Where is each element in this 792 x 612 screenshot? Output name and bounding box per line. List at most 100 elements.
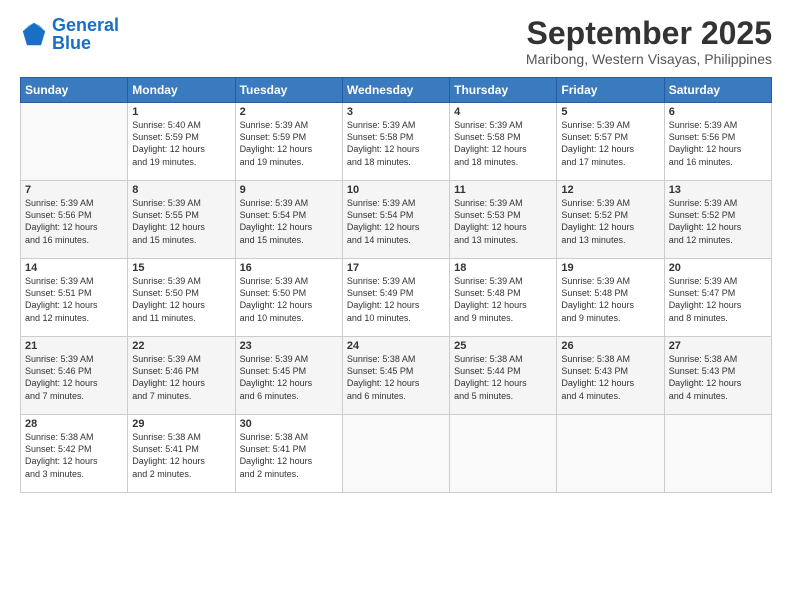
day-number: 26	[561, 340, 659, 352]
col-sunday: Sunday	[21, 78, 128, 103]
table-row	[557, 415, 664, 493]
day-number: 6	[669, 106, 767, 118]
day-number: 15	[132, 262, 230, 274]
calendar-week-row: 14Sunrise: 5:39 AM Sunset: 5:51 PM Dayli…	[21, 259, 772, 337]
col-thursday: Thursday	[450, 78, 557, 103]
table-row: 5Sunrise: 5:39 AM Sunset: 5:57 PM Daylig…	[557, 103, 664, 181]
day-number: 5	[561, 106, 659, 118]
day-info: Sunrise: 5:38 AM Sunset: 5:43 PM Dayligh…	[669, 353, 767, 402]
day-number: 11	[454, 184, 552, 196]
day-number: 21	[25, 340, 123, 352]
table-row: 30Sunrise: 5:38 AM Sunset: 5:41 PM Dayli…	[235, 415, 342, 493]
table-row: 3Sunrise: 5:39 AM Sunset: 5:58 PM Daylig…	[342, 103, 449, 181]
day-number: 18	[454, 262, 552, 274]
day-info: Sunrise: 5:39 AM Sunset: 5:47 PM Dayligh…	[669, 275, 767, 324]
day-info: Sunrise: 5:38 AM Sunset: 5:41 PM Dayligh…	[240, 431, 338, 480]
header-row: Sunday Monday Tuesday Wednesday Thursday…	[21, 78, 772, 103]
table-row: 22Sunrise: 5:39 AM Sunset: 5:46 PM Dayli…	[128, 337, 235, 415]
calendar-week-row: 7Sunrise: 5:39 AM Sunset: 5:56 PM Daylig…	[21, 181, 772, 259]
day-info: Sunrise: 5:39 AM Sunset: 5:58 PM Dayligh…	[347, 119, 445, 168]
day-info: Sunrise: 5:39 AM Sunset: 5:51 PM Dayligh…	[25, 275, 123, 324]
day-number: 8	[132, 184, 230, 196]
day-info: Sunrise: 5:39 AM Sunset: 5:49 PM Dayligh…	[347, 275, 445, 324]
day-number: 16	[240, 262, 338, 274]
day-number: 9	[240, 184, 338, 196]
table-row: 16Sunrise: 5:39 AM Sunset: 5:50 PM Dayli…	[235, 259, 342, 337]
day-info: Sunrise: 5:39 AM Sunset: 5:46 PM Dayligh…	[132, 353, 230, 402]
day-info: Sunrise: 5:39 AM Sunset: 5:55 PM Dayligh…	[132, 197, 230, 246]
table-row: 20Sunrise: 5:39 AM Sunset: 5:47 PM Dayli…	[664, 259, 771, 337]
table-row: 7Sunrise: 5:39 AM Sunset: 5:56 PM Daylig…	[21, 181, 128, 259]
table-row: 27Sunrise: 5:38 AM Sunset: 5:43 PM Dayli…	[664, 337, 771, 415]
table-row: 8Sunrise: 5:39 AM Sunset: 5:55 PM Daylig…	[128, 181, 235, 259]
table-row: 18Sunrise: 5:39 AM Sunset: 5:48 PM Dayli…	[450, 259, 557, 337]
calendar-week-row: 1Sunrise: 5:40 AM Sunset: 5:59 PM Daylig…	[21, 103, 772, 181]
calendar-week-row: 28Sunrise: 5:38 AM Sunset: 5:42 PM Dayli…	[21, 415, 772, 493]
day-number: 13	[669, 184, 767, 196]
header: General Blue September 2025 Maribong, We…	[20, 16, 772, 67]
day-info: Sunrise: 5:39 AM Sunset: 5:58 PM Dayligh…	[454, 119, 552, 168]
col-saturday: Saturday	[664, 78, 771, 103]
day-number: 4	[454, 106, 552, 118]
table-row: 12Sunrise: 5:39 AM Sunset: 5:52 PM Dayli…	[557, 181, 664, 259]
day-info: Sunrise: 5:39 AM Sunset: 5:59 PM Dayligh…	[240, 119, 338, 168]
day-info: Sunrise: 5:39 AM Sunset: 5:57 PM Dayligh…	[561, 119, 659, 168]
title-block: September 2025 Maribong, Western Visayas…	[526, 16, 772, 67]
day-info: Sunrise: 5:38 AM Sunset: 5:43 PM Dayligh…	[561, 353, 659, 402]
table-row: 1Sunrise: 5:40 AM Sunset: 5:59 PM Daylig…	[128, 103, 235, 181]
day-info: Sunrise: 5:39 AM Sunset: 5:45 PM Dayligh…	[240, 353, 338, 402]
day-number: 19	[561, 262, 659, 274]
day-number: 22	[132, 340, 230, 352]
day-number: 27	[669, 340, 767, 352]
table-row: 15Sunrise: 5:39 AM Sunset: 5:50 PM Dayli…	[128, 259, 235, 337]
day-number: 7	[25, 184, 123, 196]
day-number: 29	[132, 418, 230, 430]
page: General Blue September 2025 Maribong, We…	[0, 0, 792, 612]
table-row: 11Sunrise: 5:39 AM Sunset: 5:53 PM Dayli…	[450, 181, 557, 259]
col-wednesday: Wednesday	[342, 78, 449, 103]
logo: General Blue	[20, 16, 119, 52]
day-number: 1	[132, 106, 230, 118]
day-info: Sunrise: 5:38 AM Sunset: 5:44 PM Dayligh…	[454, 353, 552, 402]
day-number: 20	[669, 262, 767, 274]
day-info: Sunrise: 5:39 AM Sunset: 5:48 PM Dayligh…	[454, 275, 552, 324]
calendar-table: Sunday Monday Tuesday Wednesday Thursday…	[20, 77, 772, 493]
table-row: 21Sunrise: 5:39 AM Sunset: 5:46 PM Dayli…	[21, 337, 128, 415]
day-number: 24	[347, 340, 445, 352]
logo-text: General Blue	[52, 16, 119, 52]
table-row	[342, 415, 449, 493]
table-row	[450, 415, 557, 493]
table-row: 28Sunrise: 5:38 AM Sunset: 5:42 PM Dayli…	[21, 415, 128, 493]
day-number: 3	[347, 106, 445, 118]
day-info: Sunrise: 5:39 AM Sunset: 5:46 PM Dayligh…	[25, 353, 123, 402]
day-info: Sunrise: 5:39 AM Sunset: 5:52 PM Dayligh…	[669, 197, 767, 246]
day-info: Sunrise: 5:39 AM Sunset: 5:48 PM Dayligh…	[561, 275, 659, 324]
month-title: September 2025	[526, 16, 772, 51]
table-row: 26Sunrise: 5:38 AM Sunset: 5:43 PM Dayli…	[557, 337, 664, 415]
day-number: 30	[240, 418, 338, 430]
day-info: Sunrise: 5:39 AM Sunset: 5:50 PM Dayligh…	[240, 275, 338, 324]
day-info: Sunrise: 5:39 AM Sunset: 5:54 PM Dayligh…	[240, 197, 338, 246]
day-number: 10	[347, 184, 445, 196]
col-friday: Friday	[557, 78, 664, 103]
table-row: 29Sunrise: 5:38 AM Sunset: 5:41 PM Dayli…	[128, 415, 235, 493]
col-monday: Monday	[128, 78, 235, 103]
day-number: 14	[25, 262, 123, 274]
table-row: 24Sunrise: 5:38 AM Sunset: 5:45 PM Dayli…	[342, 337, 449, 415]
table-row: 25Sunrise: 5:38 AM Sunset: 5:44 PM Dayli…	[450, 337, 557, 415]
day-info: Sunrise: 5:39 AM Sunset: 5:52 PM Dayligh…	[561, 197, 659, 246]
table-row	[664, 415, 771, 493]
table-row: 19Sunrise: 5:39 AM Sunset: 5:48 PM Dayli…	[557, 259, 664, 337]
day-number: 23	[240, 340, 338, 352]
table-row: 14Sunrise: 5:39 AM Sunset: 5:51 PM Dayli…	[21, 259, 128, 337]
table-row: 4Sunrise: 5:39 AM Sunset: 5:58 PM Daylig…	[450, 103, 557, 181]
day-info: Sunrise: 5:38 AM Sunset: 5:41 PM Dayligh…	[132, 431, 230, 480]
day-info: Sunrise: 5:38 AM Sunset: 5:42 PM Dayligh…	[25, 431, 123, 480]
day-number: 17	[347, 262, 445, 274]
day-number: 2	[240, 106, 338, 118]
table-row: 17Sunrise: 5:39 AM Sunset: 5:49 PM Dayli…	[342, 259, 449, 337]
day-number: 25	[454, 340, 552, 352]
table-row: 13Sunrise: 5:39 AM Sunset: 5:52 PM Dayli…	[664, 181, 771, 259]
day-info: Sunrise: 5:39 AM Sunset: 5:54 PM Dayligh…	[347, 197, 445, 246]
table-row	[21, 103, 128, 181]
